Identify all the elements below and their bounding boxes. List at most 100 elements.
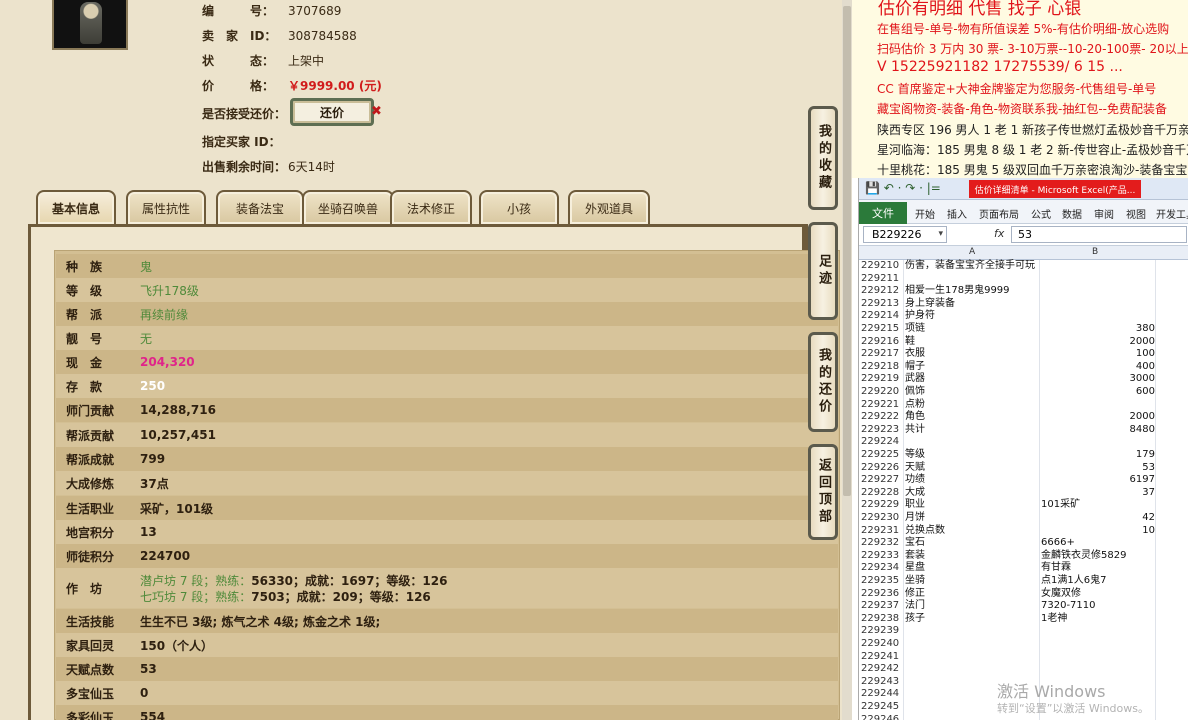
row-number[interactable]: 229244 [861, 688, 903, 701]
cell-a[interactable]: 等级 [905, 449, 925, 462]
row-number[interactable]: 229235 [861, 575, 903, 588]
sheet-row[interactable]: 229240 [859, 638, 1188, 651]
cell-a[interactable]: 鞋 [905, 336, 915, 349]
cell-a[interactable]: 共计 [905, 424, 925, 437]
sheet-row[interactable]: 229226 天赋 53 [859, 462, 1188, 475]
page-scrollbar[interactable] [842, 0, 852, 720]
cell-a[interactable]: 项链 [905, 323, 925, 336]
tab-page-layout[interactable]: 页面布局 [979, 206, 1019, 221]
row-number[interactable]: 229225 [861, 449, 903, 462]
cell-a[interactable]: 角色 [905, 411, 925, 424]
scrollbar-thumb[interactable] [843, 6, 851, 496]
column-b-header[interactable]: B [1092, 247, 1098, 257]
cell-b[interactable]: 6197 [1041, 474, 1155, 487]
back-to-top-button[interactable]: 返回顶部 [808, 444, 838, 540]
cell-a[interactable]: 身上穿装备 [905, 298, 955, 311]
row-number[interactable]: 229218 [861, 361, 903, 374]
sheet-row[interactable]: 229234 星盘 有甘霖 [859, 562, 1188, 575]
sheet-row[interactable]: 229230 月饼 42 [859, 512, 1188, 525]
sheet-row[interactable]: 229214 护身符 [859, 310, 1188, 323]
cell-a[interactable]: 伤害，装备宝宝齐全接手可玩 [905, 260, 1035, 273]
tab-insert[interactable]: 插入 [947, 206, 967, 221]
sheet-row[interactable]: 229227 功绩 6197 [859, 474, 1188, 487]
cell-b[interactable]: 600 [1041, 386, 1155, 399]
tab-children[interactable]: 小孩 [479, 190, 559, 224]
cell-b[interactable]: 400 [1041, 361, 1155, 374]
row-number[interactable]: 229229 [861, 499, 903, 512]
cell-b[interactable]: 53 [1041, 462, 1155, 475]
row-number[interactable]: 229224 [861, 436, 903, 449]
quick-access-toolbar[interactable]: 💾 ↶ · ↷ · |= [865, 181, 941, 195]
row-number[interactable]: 229240 [861, 638, 903, 651]
cell-b[interactable]: 8480 [1041, 424, 1155, 437]
cell-a[interactable]: 天赋 [905, 462, 925, 475]
sheet-row[interactable]: 229219 武器 3000 [859, 373, 1188, 386]
function-icon[interactable]: fx [994, 227, 1004, 240]
cell-b[interactable]: 2000 [1041, 336, 1155, 349]
cell-b[interactable]: 179 [1041, 449, 1155, 462]
row-number[interactable]: 229231 [861, 525, 903, 538]
cell-a[interactable]: 武器 [905, 373, 925, 386]
row-number[interactable]: 229245 [861, 701, 903, 714]
cell-a[interactable]: 职业 [905, 499, 925, 512]
row-number[interactable]: 229221 [861, 399, 903, 412]
sheet-row[interactable]: 229217 衣服 100 [859, 348, 1188, 361]
sheet-row[interactable]: 229211 [859, 273, 1188, 286]
row-number[interactable]: 229243 [861, 676, 903, 689]
row-number[interactable]: 229217 [861, 348, 903, 361]
row-number[interactable]: 229210 [861, 260, 903, 273]
sheet-row[interactable]: 229224 [859, 436, 1188, 449]
close-icon[interactable]: ✖ [371, 104, 382, 119]
row-number[interactable]: 229211 [861, 273, 903, 286]
cell-b[interactable]: 100 [1041, 348, 1155, 361]
row-number[interactable]: 229228 [861, 487, 903, 500]
row-number[interactable]: 229212 [861, 285, 903, 298]
sheet-row[interactable]: 229216 鞋 2000 [859, 336, 1188, 349]
cell-a[interactable]: 月饼 [905, 512, 925, 525]
sheet-row[interactable]: 229222 角色 2000 [859, 411, 1188, 424]
tab-data[interactable]: 数据 [1062, 206, 1082, 221]
row-number[interactable]: 229223 [861, 424, 903, 437]
cell-b[interactable]: 女魔双修 [1041, 588, 1155, 601]
sheet-row[interactable]: 229229 职业 101采矿 [859, 499, 1188, 512]
cell-a[interactable]: 佩饰 [905, 386, 925, 399]
tab-view[interactable]: 视图 [1126, 206, 1146, 221]
cell-a[interactable]: 套装 [905, 550, 925, 563]
cell-b[interactable]: 6666+ [1041, 537, 1155, 550]
row-number[interactable]: 229236 [861, 588, 903, 601]
row-number[interactable]: 229232 [861, 537, 903, 550]
row-number[interactable]: 229233 [861, 550, 903, 563]
cell-a[interactable]: 衣服 [905, 348, 925, 361]
cell-b[interactable]: 有甘霖 [1041, 562, 1155, 575]
cell-b[interactable]: 1老神 [1041, 613, 1155, 626]
row-number[interactable]: 229214 [861, 310, 903, 323]
tab-formulas[interactable]: 公式 [1031, 206, 1051, 221]
cell-a[interactable]: 法门 [905, 600, 925, 613]
sheet-row[interactable]: 229235 坐骑 点1满1人6鬼7 [859, 575, 1188, 588]
footprint-button[interactable]: 足迹 [808, 222, 838, 320]
cell-b[interactable]: 7320-7110 [1041, 600, 1155, 613]
sheet-row[interactable]: 229218 帽子 400 [859, 361, 1188, 374]
cell-b[interactable]: 42 [1041, 512, 1155, 525]
tab-home[interactable]: 开始 [915, 206, 935, 221]
row-number[interactable]: 229230 [861, 512, 903, 525]
sheet-row[interactable]: 229232 宝石 6666+ [859, 537, 1188, 550]
cell-b[interactable]: 3000 [1041, 373, 1155, 386]
cell-a[interactable]: 点粉 [905, 399, 925, 412]
row-number[interactable]: 229238 [861, 613, 903, 626]
sheet-row[interactable]: 229237 法门 7320-7110 [859, 600, 1188, 613]
sheet-row[interactable]: 229220 佩饰 600 [859, 386, 1188, 399]
cell-a[interactable]: 帽子 [905, 361, 925, 374]
my-favorites-button[interactable]: 我的收藏 [808, 106, 838, 210]
sheet-row[interactable]: 229241 [859, 651, 1188, 664]
row-number[interactable]: 229241 [861, 651, 903, 664]
sheet-row[interactable]: 229225 等级 179 [859, 449, 1188, 462]
sheet-row[interactable]: 229242 [859, 663, 1188, 676]
cell-b[interactable]: 2000 [1041, 411, 1155, 424]
row-number[interactable]: 229220 [861, 386, 903, 399]
tab-developer[interactable]: 开发工具 [1156, 206, 1188, 221]
sheet-row[interactable]: 229215 项链 380 [859, 323, 1188, 336]
row-number[interactable]: 229242 [861, 663, 903, 676]
cell-a[interactable]: 坐骑 [905, 575, 925, 588]
cell-a[interactable]: 宝石 [905, 537, 925, 550]
